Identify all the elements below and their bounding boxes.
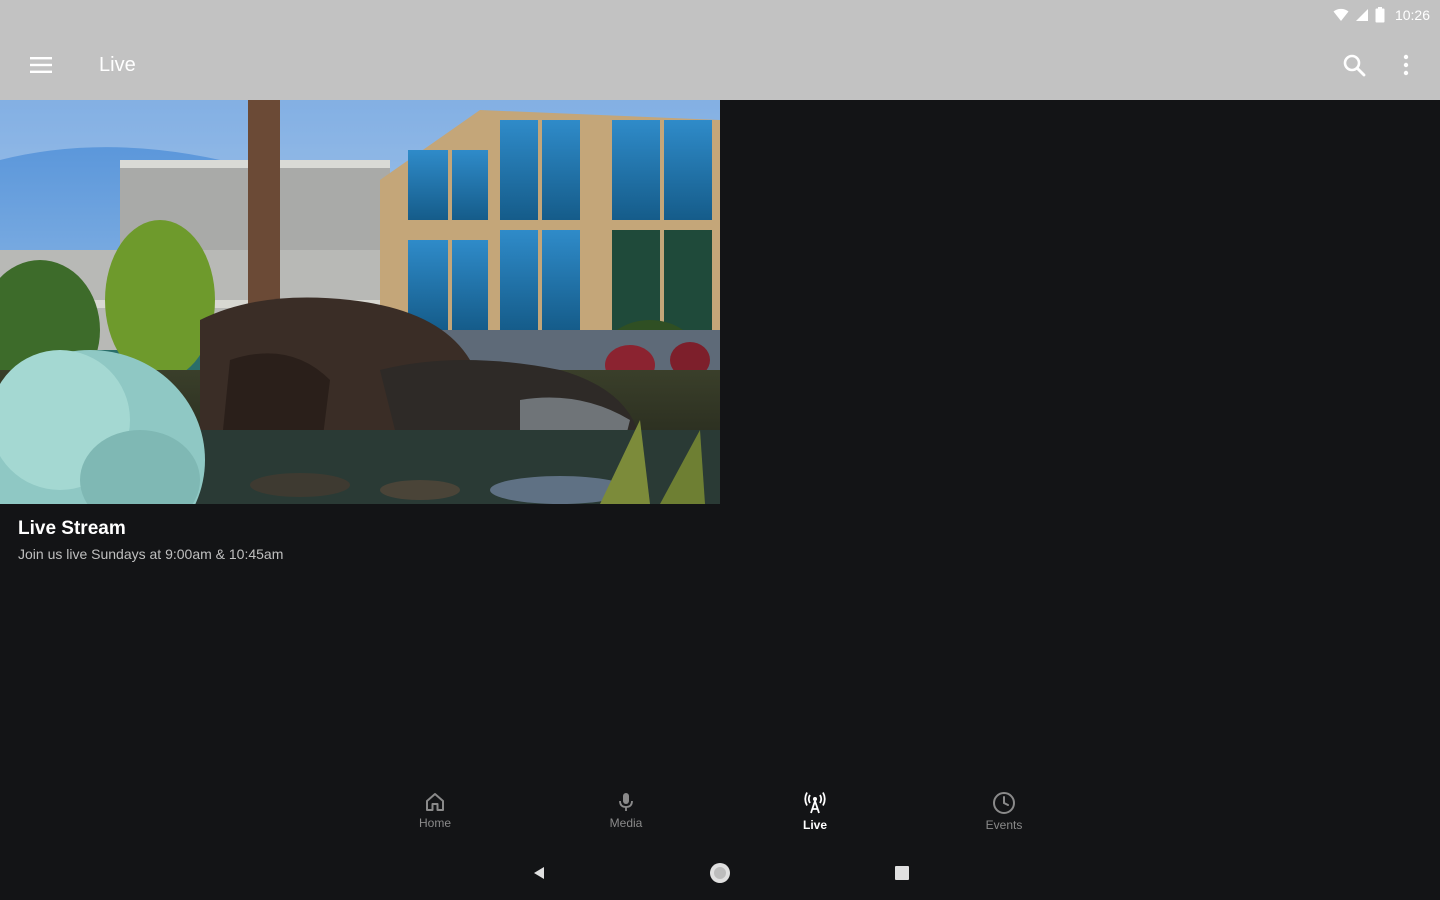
battery-icon [1375, 7, 1385, 23]
broadcast-tower-icon [804, 792, 826, 814]
back-triangle-icon [534, 867, 544, 879]
nav-item-live[interactable]: Live [755, 785, 875, 843]
system-navigation-bar [0, 850, 1440, 896]
page-title: Live [99, 53, 136, 76]
nav-label-home: Home [418, 816, 451, 830]
system-home-button[interactable] [702, 858, 738, 888]
nav-item-media[interactable]: Media [566, 785, 686, 843]
system-back-button[interactable] [521, 858, 557, 888]
nav-item-events[interactable]: Events [944, 785, 1064, 843]
microphone-icon [619, 793, 633, 811]
wifi-icon [1333, 8, 1349, 21]
home-circle-icon [710, 863, 730, 883]
nav-item-home[interactable]: Home [375, 785, 495, 843]
status-time: 10:26 [1394, 7, 1430, 23]
search-button[interactable] [1334, 45, 1374, 85]
card-subtitle: Join us live Sundays at 9:00am & 10:45am [18, 546, 284, 562]
status-bar: 10:26 [0, 0, 1440, 30]
search-icon [1343, 54, 1366, 77]
hamburger-menu-icon [30, 57, 52, 73]
system-recents-button[interactable] [884, 858, 920, 888]
bottom-navigation: Home Media Live Events [0, 785, 1440, 845]
live-stream-card[interactable]: Live Stream Join us live Sundays at 9:00… [0, 100, 720, 562]
menu-button[interactable] [21, 45, 61, 85]
nav-label-media: Media [609, 816, 643, 830]
nav-label-events: Events [985, 818, 1023, 832]
nav-label-live: Live [802, 818, 827, 832]
more-options-button[interactable] [1386, 45, 1426, 85]
cell-signal-icon [1355, 9, 1368, 21]
recents-square-icon [895, 866, 909, 880]
more-vertical-icon [1403, 54, 1409, 76]
app-bar: Live [0, 30, 1440, 100]
home-icon [426, 793, 444, 811]
live-stream-thumbnail[interactable] [0, 100, 720, 504]
clock-icon [993, 792, 1015, 814]
card-title: Live Stream [18, 518, 126, 539]
